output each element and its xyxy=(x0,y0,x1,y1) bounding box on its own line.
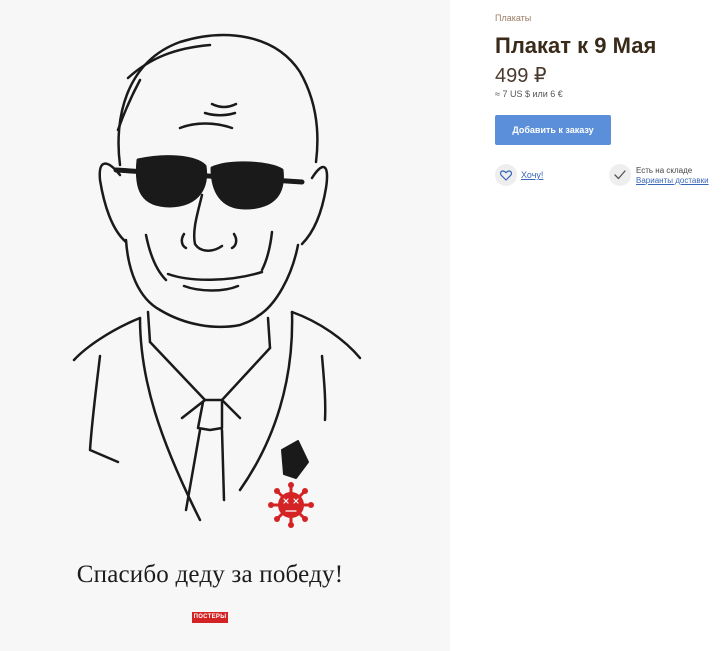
product-title: Плакат к 9 Мая xyxy=(495,33,657,58)
brand-logo: ПОСТЕРЫ xyxy=(192,612,228,623)
wishlist-link[interactable]: Хочу! xyxy=(521,170,543,180)
product-image: Спасибо деду за победу! ПОСТЕРЫ xyxy=(0,0,450,651)
stock-status: Есть на складе xyxy=(636,166,693,175)
product-price: 499 ₽ xyxy=(495,65,547,87)
price-conversion: ≈ 7 US $ или 6 € xyxy=(495,89,563,99)
portrait-illustration xyxy=(72,33,362,528)
heart-icon[interactable] xyxy=(495,164,517,186)
poster-caption: Спасибо деду за победу! xyxy=(76,561,344,588)
delivery-options-link[interactable]: Варианты доставки xyxy=(636,176,709,185)
checkmark-icon xyxy=(609,164,631,186)
add-to-order-button[interactable]: Добавить к заказу xyxy=(495,115,611,145)
breadcrumb-link[interactable]: Плакаты xyxy=(495,13,531,23)
